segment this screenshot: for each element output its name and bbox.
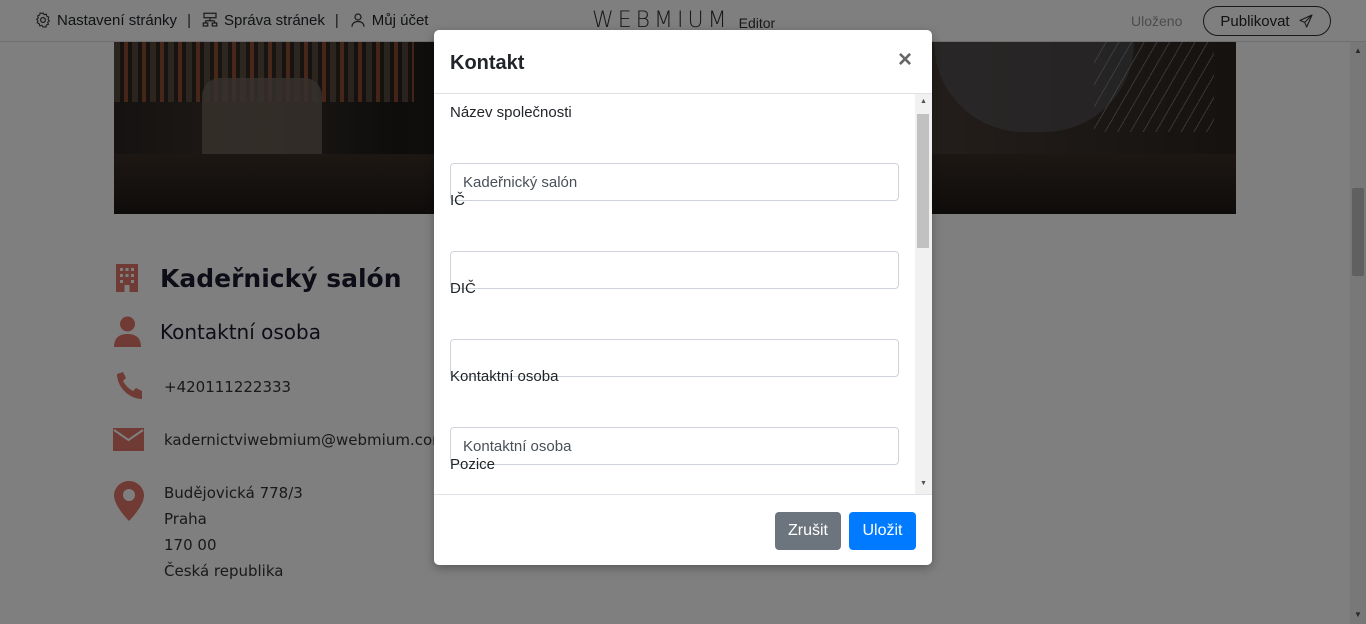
modal-header: Kontakt × xyxy=(434,30,932,94)
save-button[interactable]: Uložit xyxy=(849,512,916,550)
company-name-input[interactable] xyxy=(450,163,899,201)
modal-scrollbar[interactable]: ▲ ▼ xyxy=(915,94,932,494)
scroll-down-arrow[interactable]: ▼ xyxy=(920,480,927,487)
modal-body: Název společnosti IČ DIČ Kontaktní osoba… xyxy=(434,94,932,494)
scroll-up-arrow[interactable]: ▲ xyxy=(920,98,927,105)
position-label: Pozice xyxy=(450,456,496,473)
ico-label: IČ xyxy=(450,192,465,209)
modal-title: Kontakt xyxy=(450,52,525,74)
ico-input[interactable] xyxy=(450,251,899,289)
dic-label: DIČ xyxy=(450,280,476,297)
cancel-button[interactable]: Zrušit xyxy=(775,512,841,550)
modal-footer: Zrušit Uložit xyxy=(434,494,932,565)
company-name-label: Název společnosti xyxy=(450,104,572,121)
close-icon[interactable]: × xyxy=(898,48,912,72)
scroll-thumb[interactable] xyxy=(917,114,929,248)
contact-person-input[interactable] xyxy=(450,427,899,465)
contact-modal: Kontakt × Název společnosti IČ DIČ Konta… xyxy=(434,30,932,565)
contact-person-label: Kontaktní osoba xyxy=(450,368,559,385)
